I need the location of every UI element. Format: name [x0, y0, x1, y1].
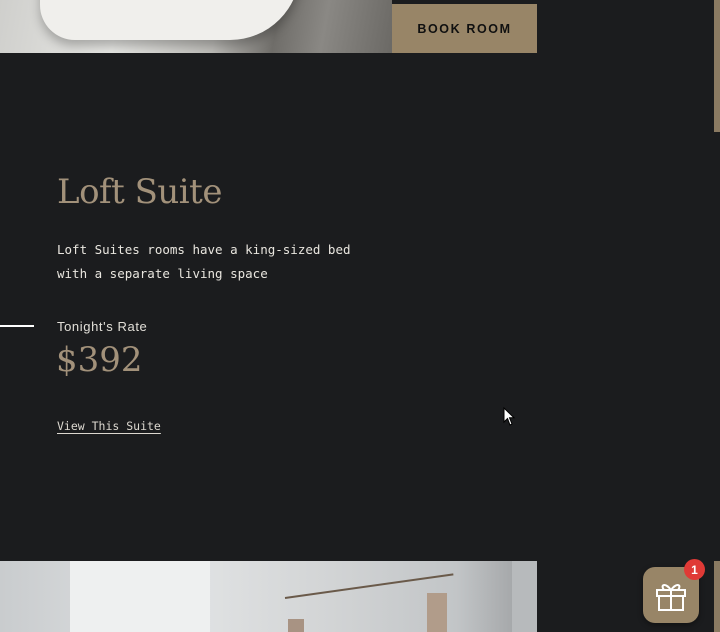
- rate-divider: [0, 325, 34, 327]
- photo-curtain: [427, 593, 447, 632]
- photo-corner: [512, 561, 537, 632]
- suite-photo-top: [0, 0, 392, 53]
- book-room-button[interactable]: BOOK ROOM: [392, 4, 537, 53]
- view-suite-link[interactable]: View This Suite: [57, 419, 161, 433]
- notification-badge: 1: [684, 559, 705, 580]
- gift-icon: [656, 584, 686, 611]
- suite-description: Loft Suites rooms have a king-sized bed …: [57, 242, 351, 281]
- rate-label: Tonight's Rate: [57, 319, 148, 334]
- suite-photo-bottom: [0, 561, 537, 632]
- rate-price: $392: [56, 340, 143, 380]
- next-slide-peek: [714, 0, 720, 132]
- mouse-cursor-icon: [503, 407, 516, 426]
- photo-bed-blanket: [40, 0, 300, 40]
- photo-curtain: [288, 619, 304, 632]
- suite-title: Loft Suite: [57, 172, 222, 212]
- next-slide-peek-bottom: [714, 561, 720, 632]
- photo-wall: [70, 561, 210, 632]
